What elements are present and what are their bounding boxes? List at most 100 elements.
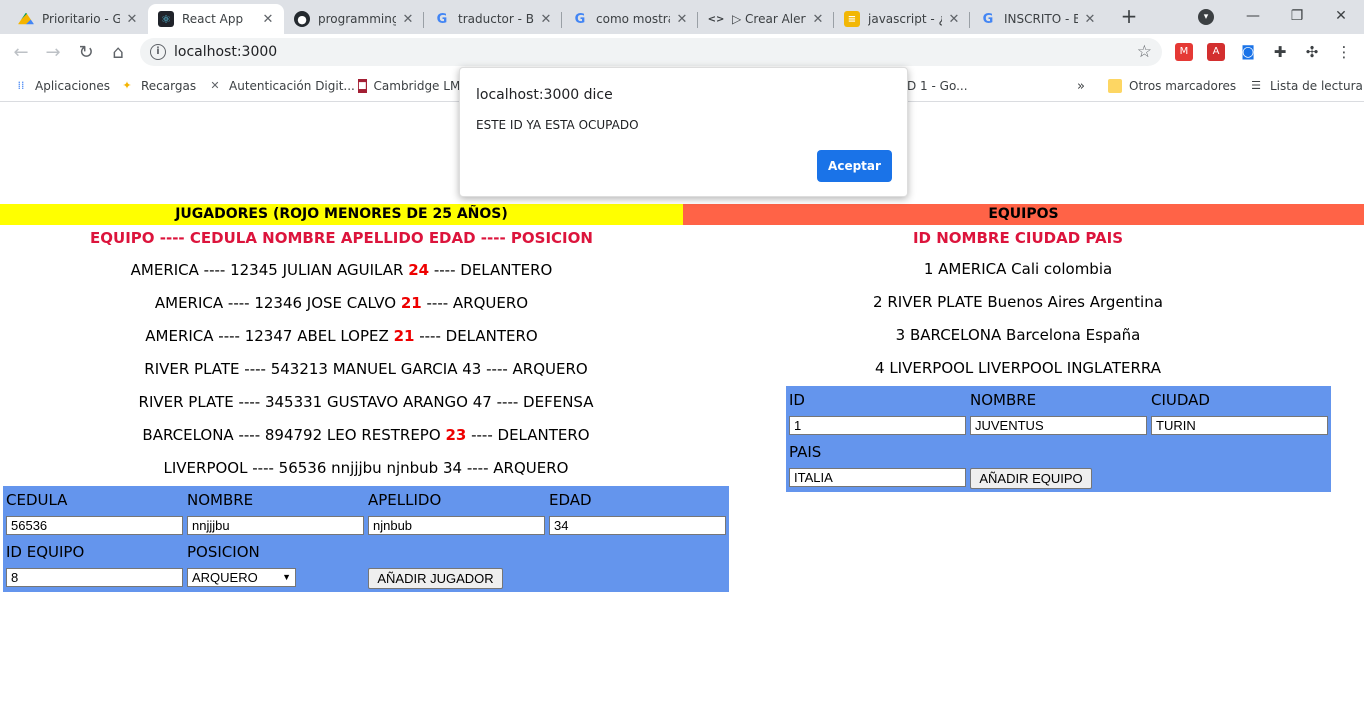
- more-bookmarks-icon[interactable]: »: [1077, 77, 1085, 95]
- mendeley-icon[interactable]: M: [1175, 43, 1193, 61]
- edad-label: EDAD: [549, 491, 592, 509]
- bookmark-star-icon[interactable]: ☆: [1137, 42, 1152, 62]
- player-row: BARCELONA ---- 894792 LEO RESTREPO 23 --…: [142, 426, 590, 444]
- bookmark-lista-lectura[interactable]: ☰ Lista de lectura: [1249, 77, 1363, 95]
- reading-list-icon: ☰: [1251, 79, 1261, 92]
- tab-programming[interactable]: ● programming ✕: [284, 4, 424, 34]
- folder-icon: [1108, 79, 1122, 93]
- bookmark-recargas[interactable]: ✦ Recargas: [120, 77, 196, 95]
- bookmark-otros-marcadores[interactable]: Otros marcadores: [1108, 77, 1236, 95]
- accept-button[interactable]: Aceptar: [817, 150, 892, 182]
- url-text[interactable]: localhost:3000: [174, 44, 277, 60]
- google-drive-icon: [18, 12, 34, 25]
- tab-como-mostrar[interactable]: G como mostrar ✕: [562, 4, 698, 34]
- recargas-icon: ✦: [122, 79, 132, 92]
- google-icon: G: [574, 11, 586, 27]
- screen-capture-icon[interactable]: ◙: [1239, 43, 1257, 61]
- forward-icon[interactable]: →: [41, 41, 65, 65]
- close-icon[interactable]: ✕: [538, 12, 554, 27]
- bookmark-d1[interactable]: D 1 - Go...: [907, 77, 967, 95]
- add-team-button[interactable]: AÑADIR EQUIPO: [970, 468, 1092, 489]
- nombre-label: NOMBRE: [970, 391, 1037, 409]
- profile-icon[interactable]: ✣: [1303, 43, 1321, 61]
- tab-crear-alert[interactable]: <> ▷ Crear Alert ✕: [698, 4, 834, 34]
- tab-javascript[interactable]: ≡ javascript - ¿C ✕: [834, 4, 970, 34]
- player-row: RIVER PLATE ---- 345331 GUSTAVO ARANGO 4…: [138, 393, 594, 411]
- player-row: AMERICA ---- 12347 ABEL LOPEZ 21 ---- DE…: [145, 327, 538, 345]
- add-player-button[interactable]: AÑADIR JUGADOR: [368, 568, 503, 589]
- cedula-input[interactable]: 56536: [6, 516, 183, 535]
- posicion-selected: ARQUERO: [192, 570, 258, 585]
- player-row: AMERICA ---- 12345 JULIAN AGUILAR 24 ---…: [130, 261, 553, 279]
- back-icon[interactable]: ←: [9, 41, 33, 65]
- ciudad-input[interactable]: TURIN: [1151, 416, 1328, 435]
- jugadores-header: JUGADORES (ROJO MENORES DE 25 AÑOS): [0, 204, 683, 225]
- close-icon[interactable]: ✕: [1082, 12, 1098, 27]
- bookmark-label: Cambridge LM: [373, 79, 459, 93]
- pdf-icon[interactable]: A: [1207, 43, 1225, 61]
- tab-title: Prioritario - G: [42, 12, 120, 26]
- edad-input[interactable]: 34: [549, 516, 726, 535]
- bookmark-autenticacion[interactable]: ✕ Autenticación Digit...: [208, 77, 355, 95]
- player-row: RIVER PLATE ---- 543213 MANUEL GARCIA 43…: [144, 360, 588, 378]
- tools-icon: ✕: [210, 79, 220, 92]
- tab-search-icon[interactable]: ▾: [1198, 9, 1214, 25]
- bookmark-label: D 1 - Go...: [907, 79, 967, 93]
- tab-title: como mostrar: [596, 12, 670, 26]
- reload-icon[interactable]: ↻: [74, 41, 98, 65]
- close-icon[interactable]: ✕: [946, 12, 962, 27]
- shield-icon: ■: [358, 79, 367, 93]
- tab-title: programming: [318, 12, 396, 26]
- tab-traductor[interactable]: G traductor - Bu ✕: [424, 4, 562, 34]
- close-icon[interactable]: ✕: [260, 12, 276, 27]
- id-equipo-label: ID EQUIPO: [6, 543, 85, 561]
- minimize-icon[interactable]: —: [1243, 6, 1263, 26]
- chevron-down-icon: ▼: [282, 572, 291, 582]
- bookmark-label: Autenticación Digit...: [229, 79, 355, 93]
- nombre-input[interactable]: JUVENTUS: [970, 416, 1147, 435]
- apellido-input[interactable]: njnbub: [368, 516, 545, 535]
- id-input[interactable]: 1: [789, 416, 966, 435]
- posicion-select[interactable]: ARQUERO ▼: [187, 568, 296, 587]
- bookmark-label: Aplicaciones: [35, 79, 110, 93]
- cedula-label: CEDULA: [6, 491, 68, 509]
- code-icon: <>: [707, 13, 725, 25]
- id-equipo-input[interactable]: 8: [6, 568, 183, 587]
- tab-title: traductor - Bu: [458, 12, 534, 26]
- tab-react-app[interactable]: ⚛ React App ✕: [148, 4, 284, 34]
- team-row: 3 BARCELONA Barcelona España: [895, 326, 1141, 344]
- menu-kebab-icon[interactable]: ⋮: [1335, 43, 1353, 61]
- alert-dialog: localhost:3000 dice ESTE ID YA ESTA OCUP…: [459, 67, 908, 197]
- close-icon[interactable]: ✕: [400, 12, 416, 27]
- pais-input[interactable]: ITALIA: [789, 468, 966, 487]
- google-icon: G: [436, 11, 448, 27]
- address-bar[interactable]: i localhost:3000 ☆: [140, 38, 1162, 66]
- close-icon[interactable]: ✕: [810, 12, 826, 27]
- apps-grid-icon: ⁞⁞: [17, 79, 25, 92]
- extensions-puzzle-icon[interactable]: ✚: [1271, 43, 1289, 61]
- nombre-input[interactable]: nnjjjbu: [187, 516, 364, 535]
- bookmark-cambridge[interactable]: ■ Cambridge LM: [358, 77, 459, 95]
- player-row: AMERICA ---- 12346 JOSE CALVO 21 ---- AR…: [154, 294, 529, 312]
- info-icon[interactable]: i: [150, 44, 166, 60]
- maximize-icon[interactable]: ❐: [1287, 6, 1307, 26]
- equipos-header: EQUIPOS: [683, 204, 1364, 225]
- close-icon[interactable]: ✕: [124, 12, 140, 27]
- ciudad-label: CIUDAD: [1151, 391, 1210, 409]
- window-close-icon[interactable]: ✕: [1331, 6, 1351, 26]
- apellido-label: APELLIDO: [368, 491, 442, 509]
- jugadores-column-titles: EQUIPO ---- CEDULA NOMBRE APELLIDO EDAD …: [90, 229, 593, 247]
- tab-inscrito[interactable]: G INSCRITO - Bu ✕: [970, 4, 1106, 34]
- home-icon[interactable]: ⌂: [106, 41, 130, 65]
- bookmark-aplicaciones[interactable]: ⁞⁞ Aplicaciones: [14, 77, 110, 95]
- close-icon[interactable]: ✕: [674, 12, 690, 27]
- tab-prioritario[interactable]: Prioritario - G ✕: [8, 4, 148, 34]
- github-icon: ●: [294, 11, 310, 27]
- new-tab-button[interactable]: +: [1119, 6, 1139, 27]
- player-form: CEDULA NOMBRE APELLIDO EDAD 56536 nnjjjb…: [3, 486, 729, 592]
- bookmark-label: Lista de lectura: [1270, 79, 1363, 93]
- stackoverflow-icon: ≡: [844, 11, 860, 27]
- browser-toolbar: ← → ↻ ⌂ i localhost:3000 ☆: [0, 34, 1364, 71]
- tab-title: ▷ Crear Alert: [732, 12, 806, 26]
- tab-title: React App: [182, 12, 244, 26]
